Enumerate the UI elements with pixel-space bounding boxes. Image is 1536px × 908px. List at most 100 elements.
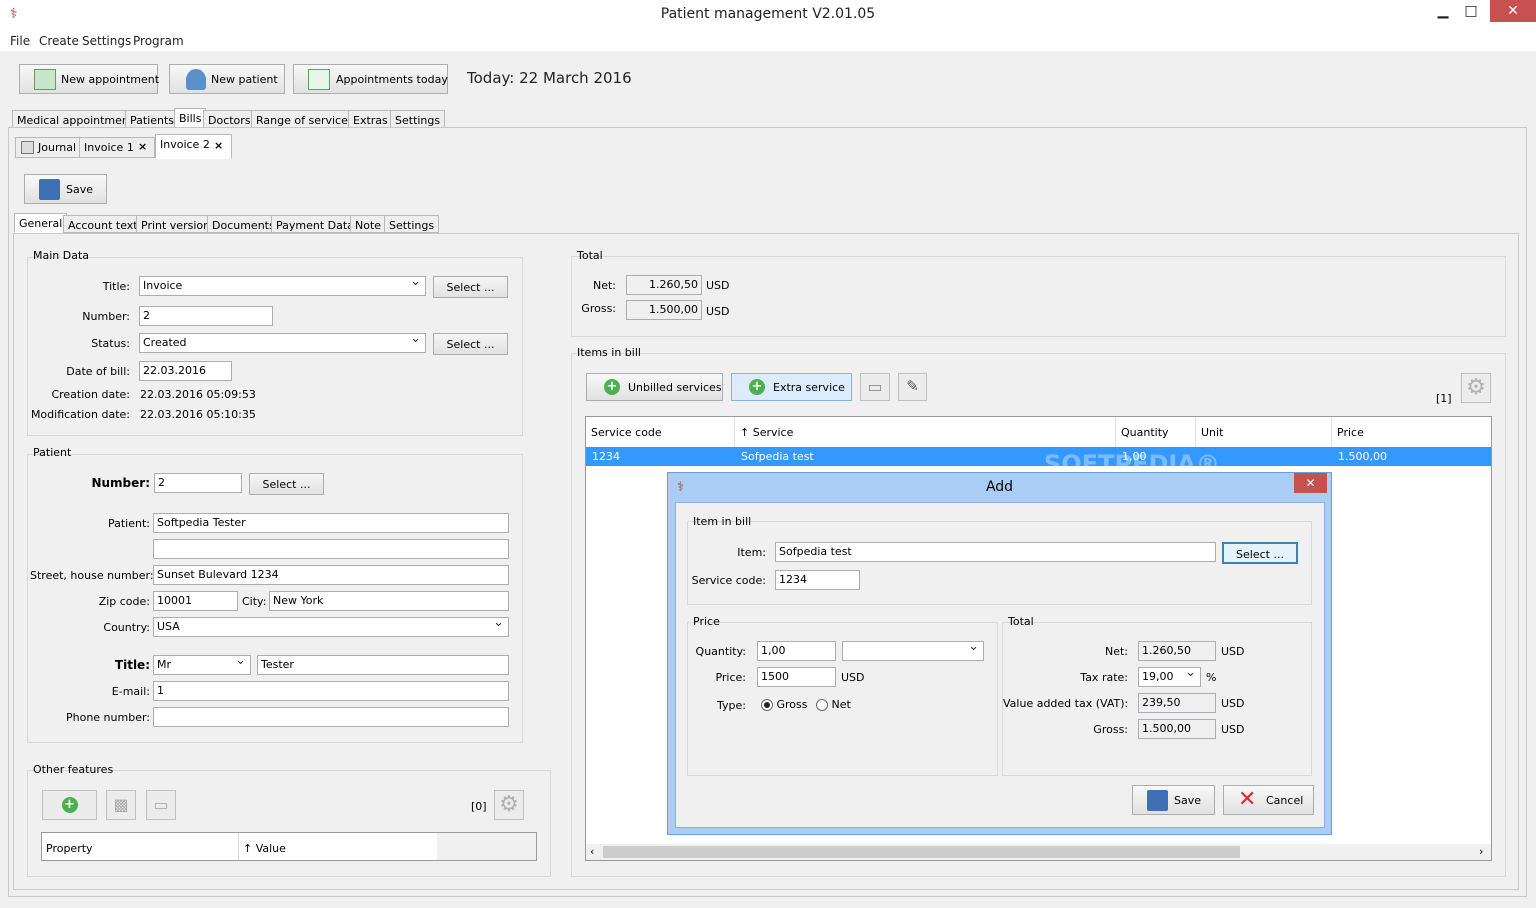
creation-value: 22.03.2016 05:09:53 bbox=[140, 388, 256, 401]
add-icon: + bbox=[749, 379, 765, 395]
dialog-save-button[interactable]: Save bbox=[1132, 785, 1215, 815]
tax-rate-select[interactable]: 19,00 bbox=[1138, 667, 1201, 687]
cancel-x-icon: ✕ bbox=[1238, 787, 1257, 812]
phone-field[interactable] bbox=[153, 707, 509, 727]
add-feature-button[interactable]: + bbox=[42, 790, 97, 820]
tab-note[interactable]: Note bbox=[350, 215, 387, 233]
tab-invoice-2[interactable]: Invoice 2 × bbox=[155, 134, 232, 159]
tax-rate-label: Tax rate: bbox=[1080, 671, 1128, 684]
title-select[interactable]: Invoice bbox=[139, 276, 426, 296]
col-quantity[interactable]: Quantity bbox=[1116, 417, 1196, 447]
zip-label: Zip code: bbox=[98, 595, 150, 608]
zip-field[interactable]: 10001 bbox=[153, 591, 238, 611]
dialog-cancel-button[interactable]: ✕ Cancel bbox=[1223, 785, 1314, 815]
tab-doctors[interactable]: Doctors bbox=[203, 110, 256, 128]
trash-icon[interactable]: ▭ bbox=[860, 373, 890, 401]
service-code-field[interactable]: 1234 bbox=[775, 570, 860, 590]
patient-name-field[interactable]: Softpedia Tester bbox=[153, 513, 509, 533]
unit-select[interactable] bbox=[842, 641, 984, 661]
price-currency: USD bbox=[841, 671, 865, 684]
patient-name-line2-field[interactable] bbox=[153, 539, 509, 559]
patient-number-field[interactable]: 2 bbox=[154, 473, 242, 493]
dialog-close-icon[interactable]: ✕ bbox=[1294, 473, 1327, 493]
main-data-legend: Main Data bbox=[33, 249, 90, 262]
other-features-legend: Other features bbox=[33, 763, 114, 776]
menu-file[interactable]: File bbox=[10, 34, 30, 48]
new-appointment-button[interactable]: New appointment bbox=[19, 64, 159, 94]
email-label: E-mail: bbox=[111, 685, 150, 698]
col-service[interactable]: ↑ Service bbox=[735, 417, 1116, 447]
new-patient-button[interactable]: New patient bbox=[169, 64, 285, 94]
close-tab-icon[interactable]: × bbox=[138, 140, 147, 153]
item-select-button[interactable]: Select ... bbox=[1222, 542, 1298, 564]
col-unit[interactable]: Unit bbox=[1196, 417, 1332, 447]
extra-service-button[interactable]: + Extra service bbox=[731, 373, 852, 401]
factory-icon[interactable]: ▩ bbox=[106, 790, 136, 820]
menu-settings[interactable]: Settings bbox=[82, 34, 131, 48]
number-label: Number: bbox=[82, 310, 130, 323]
minimize-icon[interactable]: ▁ bbox=[1436, 0, 1450, 22]
gross-value: 1.500,00 bbox=[626, 300, 702, 320]
patient-select-button[interactable]: Select ... bbox=[249, 473, 324, 495]
tab-invoice-1[interactable]: Invoice 1 × bbox=[79, 137, 155, 158]
trash-icon[interactable]: ▭ bbox=[146, 790, 176, 820]
close-tab-icon[interactable]: × bbox=[214, 139, 223, 152]
tab-bills[interactable]: Bills bbox=[174, 108, 207, 128]
scroll-right-icon[interactable]: › bbox=[1479, 845, 1483, 858]
country-select[interactable]: USA bbox=[153, 617, 509, 637]
row-service: Sofpedia test bbox=[741, 450, 814, 463]
status-select[interactable]: Created bbox=[139, 333, 426, 353]
surname-field[interactable]: Tester bbox=[257, 655, 509, 675]
tab-print-version[interactable]: Print version bbox=[136, 215, 216, 233]
number-field[interactable]: 2 bbox=[139, 306, 273, 326]
col-price[interactable]: Price bbox=[1332, 417, 1491, 447]
title-select-button[interactable]: Select ... bbox=[433, 276, 508, 298]
radio-unchecked-icon bbox=[816, 699, 828, 711]
date-field[interactable]: 22.03.2016 bbox=[139, 361, 232, 381]
menu-program[interactable]: Program bbox=[133, 34, 184, 48]
gross-radio[interactable]: Gross bbox=[761, 698, 808, 711]
col-property[interactable]: Property bbox=[46, 842, 93, 855]
col-service-code[interactable]: Service code bbox=[586, 417, 735, 447]
vat-value: 239,50 bbox=[1138, 693, 1216, 713]
gross-currency: USD bbox=[706, 305, 730, 318]
maximize-icon[interactable]: □ bbox=[1462, 0, 1480, 22]
tab-general[interactable]: General bbox=[14, 213, 68, 233]
tab-extras[interactable]: Extras bbox=[348, 110, 393, 128]
close-icon[interactable]: ✕ bbox=[1490, 0, 1536, 22]
dialog-net-currency: USD bbox=[1221, 645, 1245, 658]
net-radio[interactable]: Net bbox=[816, 698, 851, 711]
add-icon: + bbox=[604, 379, 620, 395]
gear-icon[interactable]: ⚙ bbox=[1461, 373, 1491, 403]
menu-create[interactable]: Create bbox=[39, 34, 79, 48]
net-currency: USD bbox=[706, 279, 730, 292]
city-field[interactable]: New York bbox=[269, 591, 509, 611]
tab-account-text[interactable]: Account text bbox=[63, 215, 143, 233]
edit-icon[interactable]: ✎ bbox=[898, 373, 927, 401]
scroll-left-icon[interactable]: ‹ bbox=[590, 845, 594, 858]
modification-value: 22.03.2016 05:10:35 bbox=[140, 408, 256, 421]
salutation-select[interactable]: Mr bbox=[153, 655, 251, 675]
appointments-today-button[interactable]: Appointments today bbox=[293, 64, 448, 94]
scrollbar-thumb[interactable] bbox=[603, 846, 1240, 858]
quantity-field[interactable]: 1,00 bbox=[757, 641, 836, 661]
tab-settings-sub[interactable]: Settings bbox=[384, 215, 440, 233]
item-field[interactable]: Sofpedia test bbox=[775, 542, 1216, 562]
tab-documents[interactable]: Documents bbox=[207, 215, 280, 233]
service-code-label: Service code: bbox=[691, 574, 766, 587]
status-select-button[interactable]: Select ... bbox=[433, 333, 508, 355]
col-value[interactable]: ↑ Value bbox=[243, 842, 286, 855]
unbilled-services-button[interactable]: + Unbilled services bbox=[586, 373, 723, 401]
price-field[interactable]: 1500 bbox=[757, 667, 836, 687]
tab-journal[interactable]: Journal bbox=[15, 137, 82, 158]
tab-settings[interactable]: Settings bbox=[390, 110, 446, 128]
street-field[interactable]: Sunset Bulevard 1234 bbox=[153, 565, 509, 585]
items-count: [1] bbox=[1436, 392, 1452, 405]
tab-range-of-services[interactable]: Range of services bbox=[251, 110, 359, 128]
title-label: Title: bbox=[102, 280, 130, 293]
email-field[interactable]: 1 bbox=[153, 681, 509, 701]
gear-icon[interactable]: ⚙ bbox=[494, 790, 524, 820]
tab-payment-data[interactable]: Payment Data bbox=[271, 215, 359, 233]
save-button[interactable]: Save bbox=[24, 174, 107, 204]
tab-patients[interactable]: Patients bbox=[125, 110, 180, 128]
